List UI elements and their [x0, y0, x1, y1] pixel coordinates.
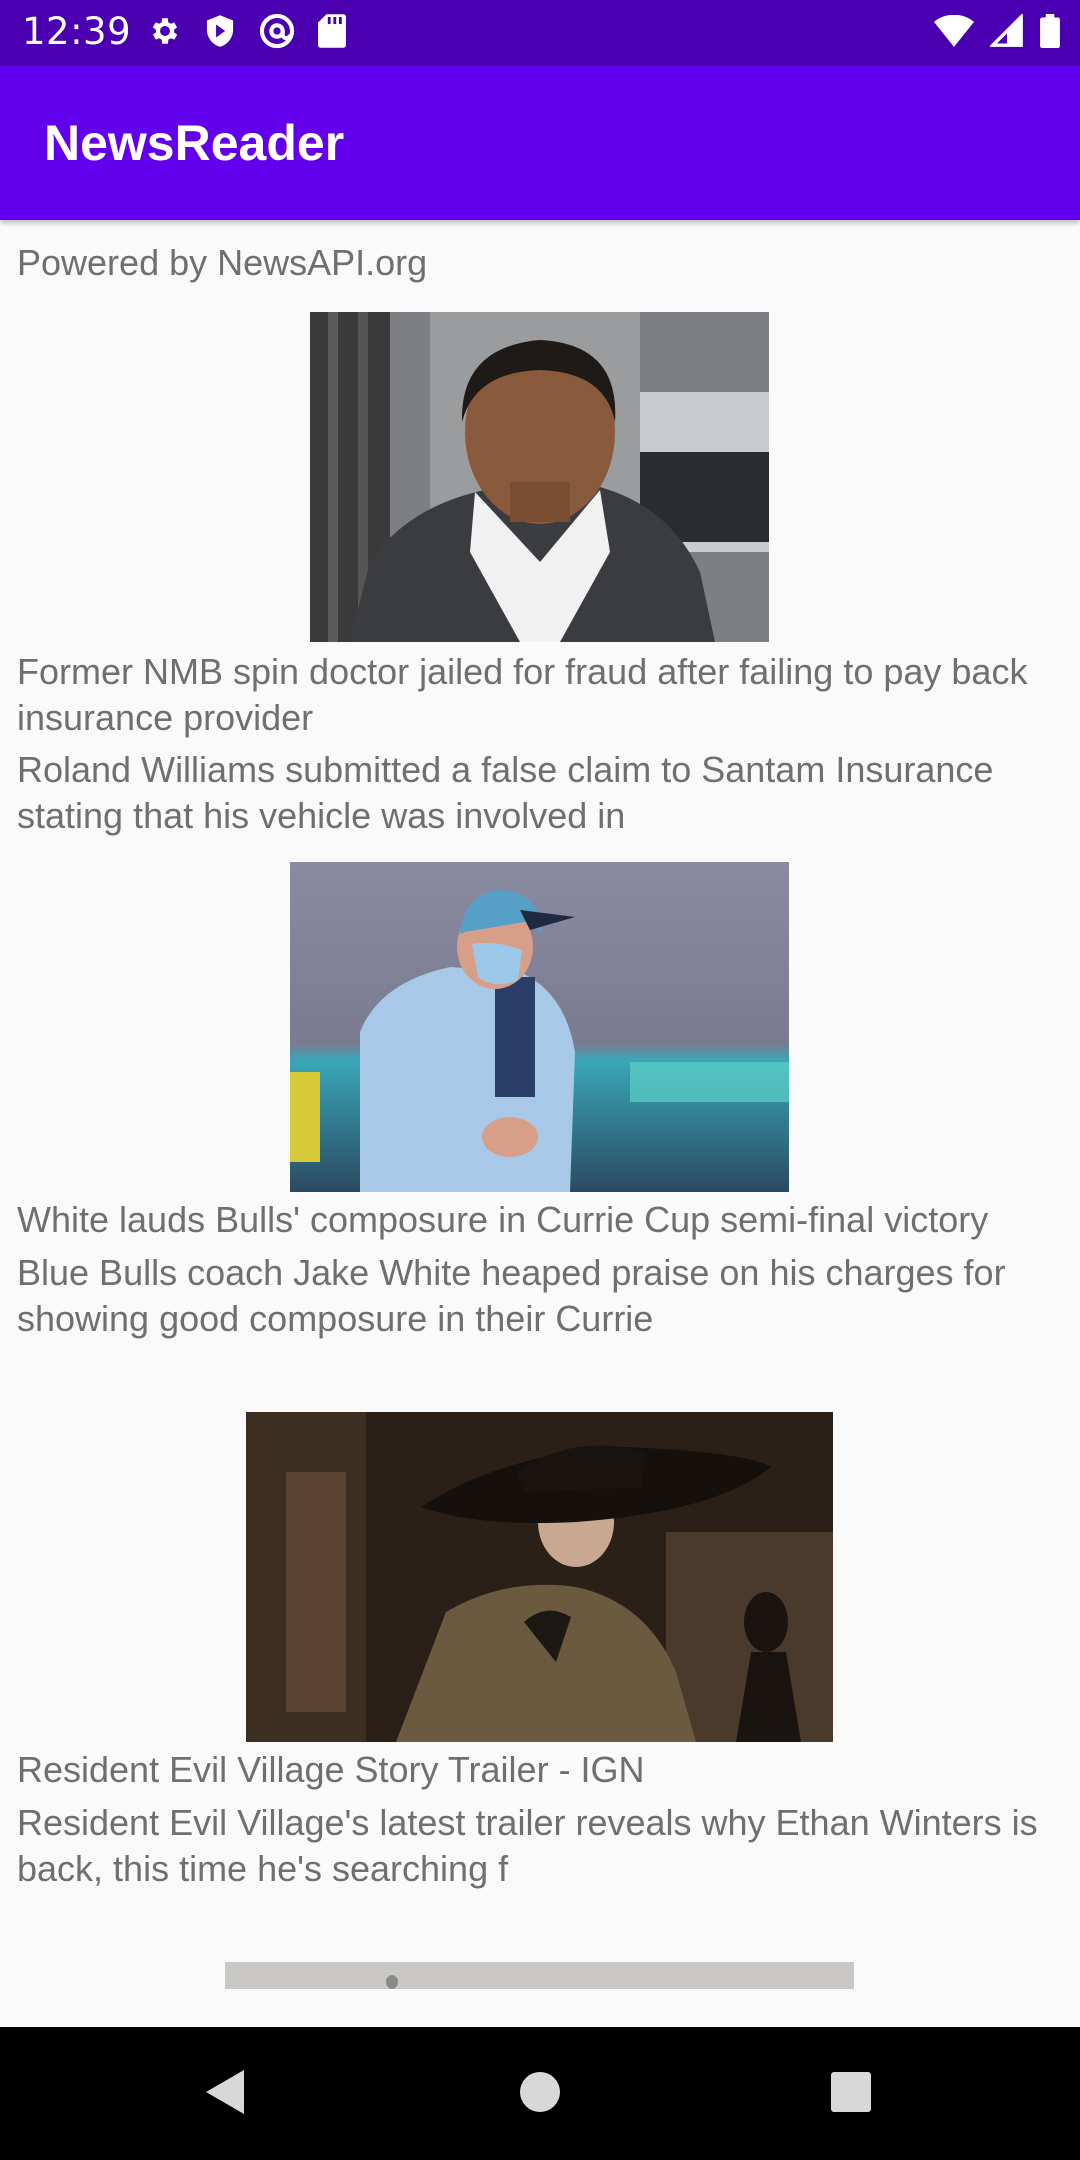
sd-card-icon	[318, 14, 346, 52]
article-1-image[interactable]	[310, 312, 769, 642]
article-3-description: Resident Evil Village's latest trailer r…	[17, 1802, 1038, 1889]
article-2-description: Blue Bulls coach Jake White heaped prais…	[17, 1252, 1006, 1339]
notification-icons	[148, 12, 346, 54]
article-3-title: Resident Evil Village Story Trailer - IG…	[17, 1749, 645, 1790]
back-button[interactable]	[165, 2027, 285, 2160]
status-time: 12:39	[22, 10, 132, 53]
article-1-title: Former NMB spin doctor jailed for fraud …	[17, 651, 1028, 738]
recents-icon	[830, 2071, 872, 2117]
gear-icon	[148, 14, 182, 52]
article-2-title: White lauds Bulls' composure in Currie C…	[17, 1199, 989, 1240]
recents-button[interactable]	[791, 2027, 911, 2160]
app-bar: NewsReader	[0, 66, 1080, 220]
article-4-image[interactable]	[225, 1962, 854, 1989]
app-title: NewsReader	[44, 115, 345, 171]
status-bar: 12:39	[0, 0, 1080, 66]
cell-signal-icon	[988, 12, 1024, 52]
news-article-3[interactable]: Resident Evil Village Story Trailer - IG…	[0, 1412, 1080, 1892]
news-list[interactable]: Powered by NewsAPI.org Former NMB spin d…	[0, 220, 1080, 2027]
at-sign-icon	[258, 12, 296, 54]
news-article-4[interactable]	[0, 1962, 1080, 2022]
system-icons	[934, 12, 1060, 52]
article-2-image[interactable]	[290, 862, 789, 1192]
attribution-text: Powered by NewsAPI.org	[17, 242, 428, 283]
home-icon	[519, 2071, 561, 2117]
battery-icon	[1040, 14, 1060, 52]
shield-icon	[204, 14, 236, 52]
article-3-image[interactable]	[246, 1412, 833, 1742]
back-icon	[204, 2068, 246, 2120]
wifi-icon	[934, 14, 974, 51]
article-1-description: Roland Williams submitted a false claim …	[17, 749, 994, 836]
news-article-1[interactable]: Former NMB spin doctor jailed for fraud …	[0, 312, 1080, 836]
home-button[interactable]	[480, 2027, 600, 2160]
navigation-bar	[0, 2027, 1080, 2160]
news-article-2[interactable]: White lauds Bulls' composure in Currie C…	[0, 862, 1080, 1342]
